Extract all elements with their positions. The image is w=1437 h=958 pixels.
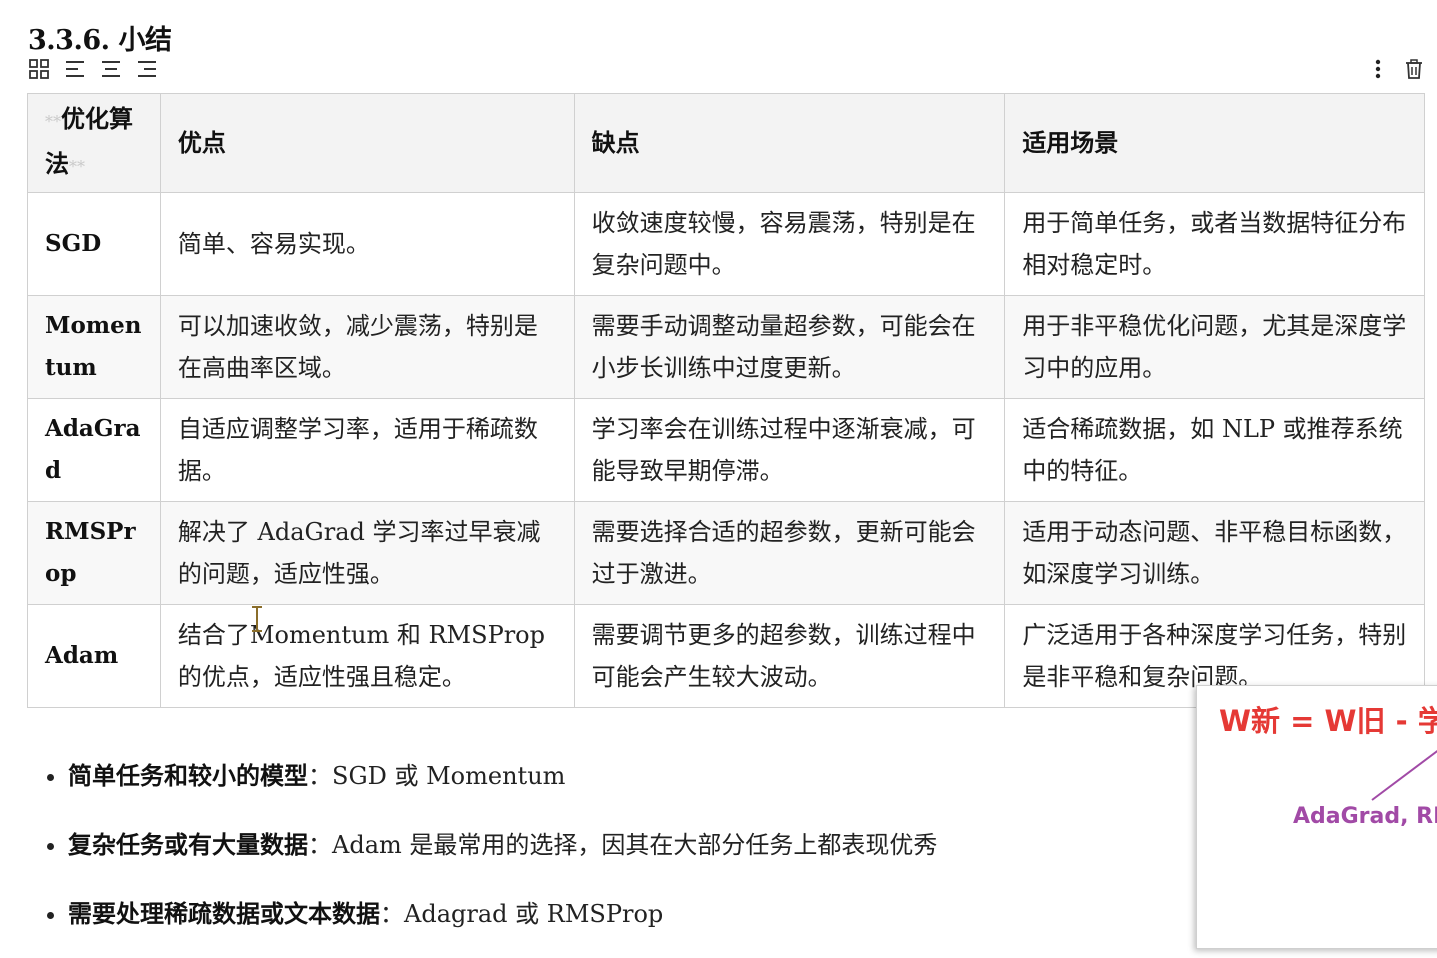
cell-pros[interactable]: 结合了Momentum 和 RMSProp 的优点，适应性强且稳定。	[159, 604, 575, 708]
list-item: 复杂任务或有大量数据：Adam 是最常用的选择，因其在大部分任务上都表现优秀	[68, 807, 937, 876]
cell-algorithm[interactable]: Momentum	[27, 295, 161, 399]
table-toolbar	[28, 58, 158, 80]
text-cursor-icon	[250, 605, 264, 633]
cell-pros[interactable]: 自适应调整学习率，适用于稀疏数据。	[159, 398, 575, 502]
table-header-row: **优化算法** 优点 缺点 适用场景	[27, 93, 1425, 193]
list-item: 需要处理稀疏数据或文本数据：Adagrad 或 RMSProp	[68, 876, 937, 945]
cell-pros[interactable]: 解决了 AdaGrad 学习率过早衰减的问题，适应性强。	[159, 501, 575, 605]
annotation-arrow	[1371, 750, 1437, 801]
recommendation-list: 简单任务和较小的模型：SGD 或 Momentum 复杂任务或有大量数据：Ada…	[40, 738, 937, 945]
section-heading: 3.3.6. 小结	[28, 25, 172, 56]
optimizer-summary-table: **优化算法** 优点 缺点 适用场景 SGD 简单、容易实现。 收敛速度较慢，…	[27, 93, 1425, 708]
table-row: RMSProp 解决了 AdaGrad 学习率过早衰减的问题，适应性强。 需要选…	[27, 501, 1425, 605]
header-use-cases[interactable]: 适用场景	[1004, 93, 1425, 193]
list-item-label: 需要处理稀疏数据或文本数据	[68, 899, 380, 928]
trash-icon[interactable]	[1403, 58, 1425, 80]
overlay-annotation-label: AdaGrad, RM	[1293, 804, 1437, 829]
cell-algorithm[interactable]: AdaGrad	[27, 398, 161, 502]
cell-algorithm[interactable]: RMSProp	[27, 501, 161, 605]
cell-use[interactable]: 适合稀疏数据，如 NLP 或推荐系统中的特征。	[1004, 398, 1425, 502]
markdown-bold-marker: **	[69, 157, 85, 176]
cell-cons[interactable]: 需要选择合适的超参数，更新可能会过于激进。	[573, 501, 1006, 605]
grid-icon[interactable]	[28, 58, 50, 80]
header-pros[interactable]: 优点	[159, 93, 575, 193]
list-item-text: ：Adagrad 或 RMSProp	[380, 900, 664, 928]
list-item-text: ：Adam 是最常用的选择，因其在大部分任务上都表现优秀	[308, 831, 938, 859]
markdown-bold-marker: **	[45, 112, 61, 131]
update-formula: W新 = W旧 - 学	[1219, 704, 1437, 738]
cell-use[interactable]: 用于简单任务，或者当数据特征分布相对稳定时。	[1004, 192, 1425, 296]
header-algorithm[interactable]: **优化算法**	[27, 93, 161, 193]
cell-use[interactable]: 适用于动态问题、非平稳目标函数，如深度学习训练。	[1004, 501, 1425, 605]
list-item: 简单任务和较小的模型：SGD 或 Momentum	[68, 738, 937, 807]
list-item-label: 简单任务和较小的模型	[68, 761, 308, 790]
list-item-text: ：SGD 或 Momentum	[308, 762, 566, 790]
table-actions	[1367, 58, 1425, 80]
align-center-icon[interactable]	[100, 58, 122, 80]
table-row: SGD 简单、容易实现。 收敛速度较慢，容易震荡，特别是在复杂问题中。 用于简单…	[27, 192, 1425, 296]
list-item-label: 复杂任务或有大量数据	[68, 830, 308, 859]
align-right-icon[interactable]	[136, 58, 158, 80]
table-row: AdaGrad 自适应调整学习率，适用于稀疏数据。 学习率会在训练过程中逐渐衰减…	[27, 398, 1425, 502]
cell-cons[interactable]: 学习率会在训练过程中逐渐衰减，可能导致早期停滞。	[573, 398, 1006, 502]
header-cons[interactable]: 缺点	[573, 93, 1006, 193]
floating-preview-panel[interactable]: W新 = W旧 - 学 AdaGrad, RM	[1196, 685, 1437, 949]
cell-pros[interactable]: 可以加速收敛，减少震荡，特别是在高曲率区域。	[159, 295, 575, 399]
cell-cons[interactable]: 收敛速度较慢，容易震荡，特别是在复杂问题中。	[573, 192, 1006, 296]
cell-pros[interactable]: 简单、容易实现。	[159, 192, 575, 296]
cell-cons[interactable]: 需要手动调整动量超参数，可能会在小步长训练中过度更新。	[573, 295, 1006, 399]
cell-cons[interactable]: 需要调节更多的超参数，训练过程中可能会产生较大波动。	[573, 604, 1006, 708]
cell-use[interactable]: 用于非平稳优化问题，尤其是深度学习中的应用。	[1004, 295, 1425, 399]
table-row: Momentum 可以加速收敛，减少震荡，特别是在高曲率区域。 需要手动调整动量…	[27, 295, 1425, 399]
more-vertical-icon[interactable]	[1367, 58, 1389, 80]
cell-algorithm[interactable]: SGD	[27, 192, 161, 296]
cell-algorithm[interactable]: Adam	[27, 604, 161, 708]
align-left-icon[interactable]	[64, 58, 86, 80]
